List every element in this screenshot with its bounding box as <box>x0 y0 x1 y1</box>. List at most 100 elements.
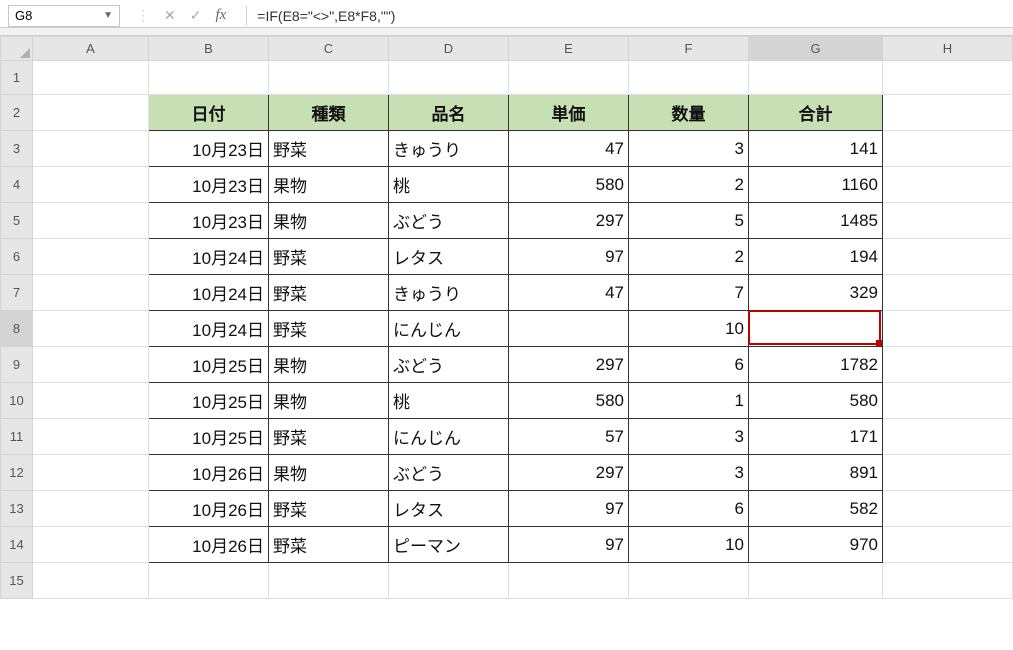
cell-A3[interactable] <box>33 131 149 167</box>
cell-B6[interactable]: 10月24日 <box>149 239 269 275</box>
cell-D7[interactable]: きゅうり <box>389 275 509 311</box>
cell-C10[interactable]: 果物 <box>269 383 389 419</box>
cell-G5[interactable]: 1485 <box>749 203 883 239</box>
cell-D5[interactable]: ぶどう <box>389 203 509 239</box>
col-header-G[interactable]: G <box>749 37 883 61</box>
cell-D13[interactable]: レタス <box>389 491 509 527</box>
cell-B10[interactable]: 10月25日 <box>149 383 269 419</box>
cell-D2[interactable]: 品名 <box>389 95 509 131</box>
cell-G6[interactable]: 194 <box>749 239 883 275</box>
cell-H8[interactable] <box>883 311 1013 347</box>
cell-H9[interactable] <box>883 347 1013 383</box>
cell-F6[interactable]: 2 <box>629 239 749 275</box>
name-box-dropdown-icon[interactable]: ▼ <box>103 10 113 21</box>
cell-D15[interactable] <box>389 563 509 599</box>
cell-D10[interactable]: 桃 <box>389 383 509 419</box>
cell-B15[interactable] <box>149 563 269 599</box>
cell-D4[interactable]: 桃 <box>389 167 509 203</box>
cell-C12[interactable]: 果物 <box>269 455 389 491</box>
cell-H5[interactable] <box>883 203 1013 239</box>
cell-C13[interactable]: 野菜 <box>269 491 389 527</box>
cell-F5[interactable]: 5 <box>629 203 749 239</box>
row-header-4[interactable]: 4 <box>1 167 33 203</box>
cell-A7[interactable] <box>33 275 149 311</box>
cell-H10[interactable] <box>883 383 1013 419</box>
cell-G11[interactable]: 171 <box>749 419 883 455</box>
cell-F11[interactable]: 3 <box>629 419 749 455</box>
cell-H13[interactable] <box>883 491 1013 527</box>
cell-B13[interactable]: 10月26日 <box>149 491 269 527</box>
cell-E11[interactable]: 57 <box>509 419 629 455</box>
cell-D9[interactable]: ぶどう <box>389 347 509 383</box>
col-header-C[interactable]: C <box>269 37 389 61</box>
cell-D8[interactable]: にんじん <box>389 311 509 347</box>
row-header-15[interactable]: 15 <box>1 563 33 599</box>
cell-H12[interactable] <box>883 455 1013 491</box>
cell-F4[interactable]: 2 <box>629 167 749 203</box>
cell-G7[interactable]: 329 <box>749 275 883 311</box>
cell-H3[interactable] <box>883 131 1013 167</box>
cancel-icon[interactable]: ✕ <box>164 7 176 24</box>
cell-G14[interactable]: 970 <box>749 527 883 563</box>
cell-A6[interactable] <box>33 239 149 275</box>
cell-E1[interactable] <box>509 61 629 95</box>
cell-C15[interactable] <box>269 563 389 599</box>
cell-B3[interactable]: 10月23日 <box>149 131 269 167</box>
cell-F2[interactable]: 数量 <box>629 95 749 131</box>
cell-F8[interactable]: 10 <box>629 311 749 347</box>
cell-C5[interactable]: 果物 <box>269 203 389 239</box>
row-header-2[interactable]: 2 <box>1 95 33 131</box>
cell-C11[interactable]: 野菜 <box>269 419 389 455</box>
cell-B5[interactable]: 10月23日 <box>149 203 269 239</box>
cell-C4[interactable]: 果物 <box>269 167 389 203</box>
cell-G1[interactable] <box>749 61 883 95</box>
cell-G15[interactable] <box>749 563 883 599</box>
cell-B14[interactable]: 10月26日 <box>149 527 269 563</box>
cell-A15[interactable] <box>33 563 149 599</box>
cell-C7[interactable]: 野菜 <box>269 275 389 311</box>
cell-D6[interactable]: レタス <box>389 239 509 275</box>
cell-E4[interactable]: 580 <box>509 167 629 203</box>
cell-A8[interactable] <box>33 311 149 347</box>
formula-input[interactable]: =IF(E8="<>",E8*F8,"") <box>251 5 1013 27</box>
cell-E12[interactable]: 297 <box>509 455 629 491</box>
col-header-A[interactable]: A <box>33 37 149 61</box>
cell-F10[interactable]: 1 <box>629 383 749 419</box>
row-header-7[interactable]: 7 <box>1 275 33 311</box>
name-box[interactable]: G8 ▼ <box>8 5 120 27</box>
row-header-12[interactable]: 12 <box>1 455 33 491</box>
cell-G3[interactable]: 141 <box>749 131 883 167</box>
cell-F13[interactable]: 6 <box>629 491 749 527</box>
cell-G8[interactable] <box>749 311 883 347</box>
cell-D11[interactable]: にんじん <box>389 419 509 455</box>
cell-C6[interactable]: 野菜 <box>269 239 389 275</box>
cell-B8[interactable]: 10月24日 <box>149 311 269 347</box>
cell-A9[interactable] <box>33 347 149 383</box>
col-header-D[interactable]: D <box>389 37 509 61</box>
cell-A13[interactable] <box>33 491 149 527</box>
row-header-13[interactable]: 13 <box>1 491 33 527</box>
cell-H2[interactable] <box>883 95 1013 131</box>
cell-G9[interactable]: 1782 <box>749 347 883 383</box>
cell-H4[interactable] <box>883 167 1013 203</box>
cell-B2[interactable]: 日付 <box>149 95 269 131</box>
cell-A4[interactable] <box>33 167 149 203</box>
col-header-F[interactable]: F <box>629 37 749 61</box>
row-header-1[interactable]: 1 <box>1 61 33 95</box>
cell-C3[interactable]: 野菜 <box>269 131 389 167</box>
fx-icon[interactable]: fx <box>215 7 226 24</box>
cell-H6[interactable] <box>883 239 1013 275</box>
cell-E3[interactable]: 47 <box>509 131 629 167</box>
cell-F14[interactable]: 10 <box>629 527 749 563</box>
cell-B9[interactable]: 10月25日 <box>149 347 269 383</box>
col-header-B[interactable]: B <box>149 37 269 61</box>
spreadsheet-grid[interactable]: A B C D E F G H 1 2 <box>0 36 1013 599</box>
cell-B1[interactable] <box>149 61 269 95</box>
cell-E10[interactable]: 580 <box>509 383 629 419</box>
cell-B7[interactable]: 10月24日 <box>149 275 269 311</box>
cell-E5[interactable]: 297 <box>509 203 629 239</box>
cell-A5[interactable] <box>33 203 149 239</box>
cell-E6[interactable]: 97 <box>509 239 629 275</box>
cell-G4[interactable]: 1160 <box>749 167 883 203</box>
cell-F12[interactable]: 3 <box>629 455 749 491</box>
